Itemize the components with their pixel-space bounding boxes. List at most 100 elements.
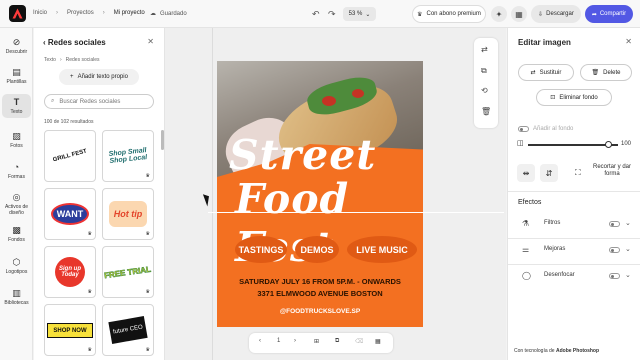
sticker-shop-now[interactable]: SHOP NOW ♛ [44, 304, 96, 356]
sticker-text: SHOP NOW [53, 327, 87, 334]
effect-label: Filtros [544, 220, 561, 226]
effect-toggle[interactable] [609, 247, 620, 253]
powered-by-prefix: Con tecnología de [514, 348, 555, 354]
powered-by: Con tecnología de Adobe Photoshop [514, 348, 599, 354]
trash-icon[interactable]: 🗑 [481, 107, 491, 116]
share-button[interactable]: ➦ Compartir [585, 5, 633, 23]
sticker-want[interactable]: WANT ♛ [44, 188, 96, 240]
cloud-icon: ☁ [150, 11, 156, 17]
sticker-shop-small[interactable]: Shop Small Shop Local ♛ [102, 130, 154, 182]
chevron-left-icon[interactable]: ‹ [43, 38, 46, 47]
effect-row-mejoras[interactable]: ⚌ Mejoras ⌄ [508, 238, 640, 264]
pill-label: TASTINGS [238, 244, 284, 255]
download-button[interactable]: ⇩ Descargar [531, 5, 581, 23]
redo-icon[interactable]: ↷ [328, 9, 336, 20]
add-to-background-toggle[interactable]: Añadir al fondo [518, 126, 573, 132]
duplicate-icon[interactable]: ⧉ [481, 66, 487, 76]
poster-handle[interactable]: @FOODTRUCKSLOVE.SP [217, 308, 423, 315]
flip-vertical-icon[interactable]: ⇵ [540, 164, 558, 182]
breadcrumb-current[interactable]: Mi proyecto [114, 10, 145, 16]
effect-toggle[interactable] [609, 273, 620, 279]
panel-scrollbar[interactable] [161, 130, 164, 150]
duplicate-page-icon[interactable]: ⧉ [335, 338, 339, 345]
adobe-express-logo[interactable] [9, 5, 26, 22]
add-text-button[interactable]: + Añadir texto propio [59, 69, 139, 85]
toggle-switch [518, 126, 529, 132]
sticker-text: GRILL FEST [52, 148, 88, 164]
close-icon[interactable]: ✕ [147, 37, 154, 46]
calendar-icon[interactable]: ▦ [511, 6, 527, 22]
chevron-down-icon[interactable]: ⌄ [625, 245, 631, 253]
add-page-icon[interactable]: ⊞ [314, 338, 319, 345]
sticker-free-trial[interactable]: FREE TRIAL ♛ [102, 246, 154, 298]
sticker-text: WANT [56, 209, 84, 219]
crop-button[interactable]: Recortar y dar forma [590, 164, 634, 178]
swap-icon[interactable]: ⇄ [481, 45, 488, 54]
rail-item-plantillas[interactable]: ▤ Plantillas [2, 67, 31, 85]
flip-horizontal-icon[interactable]: ⇹ [517, 164, 535, 182]
shapes-icon: ◔ [13, 162, 20, 172]
rail-item-label: Formas [8, 174, 25, 180]
zoom-value: 53 % [348, 11, 363, 17]
grid-view-icon[interactable]: ▦ [375, 338, 381, 345]
crown-icon: ♛ [417, 11, 423, 18]
rail-item-descubrir[interactable]: ⊘ Descubrir [2, 37, 31, 55]
text-panel: ‹ Redes sociales ✕ Texto › Redes sociale… [34, 28, 165, 360]
poster-date-line[interactable]: SATURDAY JULY 16 FROM 5P.M. - ONWARDS [217, 277, 423, 286]
breadcrumb-separator: › [56, 10, 59, 16]
sticker-grill-fest[interactable]: GRILL FEST [44, 130, 96, 182]
opacity-value[interactable]: 100 [621, 141, 631, 147]
sticker-sign-up[interactable]: Sign up Today ♛ [44, 246, 96, 298]
search-input[interactable]: ⌕ Buscar Redes sociales [44, 94, 154, 109]
chevron-left-icon[interactable]: ‹ [259, 338, 261, 344]
poster-title-line1[interactable]: Street [229, 131, 376, 179]
panel-breadcrumb-root[interactable]: Texto [44, 57, 56, 63]
rail-item-label: Fondos [8, 237, 25, 243]
template-icon: ▤ [12, 67, 21, 77]
poster-address-line[interactable]: 3371 ELMWOOD AVENUE BOSTON [217, 289, 423, 298]
pill-label: LIVE MUSIC [356, 244, 408, 255]
chevron-down-icon[interactable]: ⌄ [625, 271, 631, 279]
rail-item-logotipos[interactable]: ⬡ Logotipos [2, 257, 31, 275]
undo-icon[interactable]: ↶ [312, 9, 320, 20]
rail-item-fondos[interactable]: ▩ Fondos [2, 225, 31, 243]
rail-item-formas[interactable]: ◔ Formas [2, 162, 31, 180]
rail-item-bibliotecas[interactable]: ▥ Bibliotecas [2, 288, 31, 306]
pill-demos[interactable]: DEMOS [295, 236, 339, 263]
delete-page-icon[interactable]: ⌫ [355, 338, 363, 345]
replace-button[interactable]: ⇄ Sustituir [518, 64, 574, 81]
breadcrumb-home[interactable]: Inicio [33, 10, 47, 16]
effect-row-desenfocar[interactable]: ◯ Desenfocar ⌄ [508, 264, 640, 290]
chevron-down-icon[interactable]: ⌄ [625, 219, 631, 227]
poster[interactable]: Street Food Fest TASTINGS DEMOS LIVE MUS… [217, 61, 423, 327]
crop-icon[interactable]: ⛶ [575, 168, 581, 178]
page-navigator: ‹ 1 › ⊞ ⧉ ⌫ ▦ [249, 333, 393, 353]
pill-live-music[interactable]: LIVE MUSIC [347, 236, 417, 263]
breadcrumb-projects[interactable]: Proyectos [67, 10, 94, 16]
delete-button[interactable]: 🗑 Delete [580, 64, 632, 81]
rail-item-activos[interactable]: ◎ Activos de diseño [2, 192, 31, 216]
sticker-hot-tip[interactable]: Hot tip ♛ [102, 188, 154, 240]
zoom-dropdown[interactable]: 53 % ⌄ [343, 7, 376, 21]
replace-icon: ⇄ [530, 70, 536, 76]
tomato-shape [352, 89, 364, 98]
opacity-slider-knob[interactable] [605, 141, 612, 148]
premium-button[interactable]: ♛ Con abono premium [412, 5, 486, 23]
effect-toggle[interactable] [609, 221, 620, 227]
rail-item-label: Plantillas [6, 79, 27, 85]
sticker-future-ceo[interactable]: future CEO ♛ [102, 304, 154, 356]
top-bar: Inicio › Proyectos › Mi proyecto ☁ Guard… [0, 0, 640, 28]
add-text-label: Añadir texto propio [77, 74, 128, 80]
replace-icon[interactable]: ⟲ [481, 86, 488, 95]
remove-background-button[interactable]: ⊡ Eliminar fondo [536, 89, 612, 106]
canvas-guide-line [212, 28, 213, 360]
rail-item-texto[interactable]: T Texto [2, 94, 31, 118]
rail-item-fotos[interactable]: ▨ Fotos [2, 131, 31, 149]
effect-row-filtros[interactable]: ⚗ Filtros ⌄ [508, 212, 640, 238]
lightbulb-icon[interactable]: ✦ [491, 6, 507, 22]
pill-tastings[interactable]: TASTINGS [235, 236, 287, 263]
sticker-text: future CEO [112, 323, 144, 336]
close-icon[interactable]: ✕ [625, 37, 632, 46]
download-icon: ⇩ [538, 11, 544, 18]
chevron-right-icon[interactable]: › [294, 338, 296, 344]
